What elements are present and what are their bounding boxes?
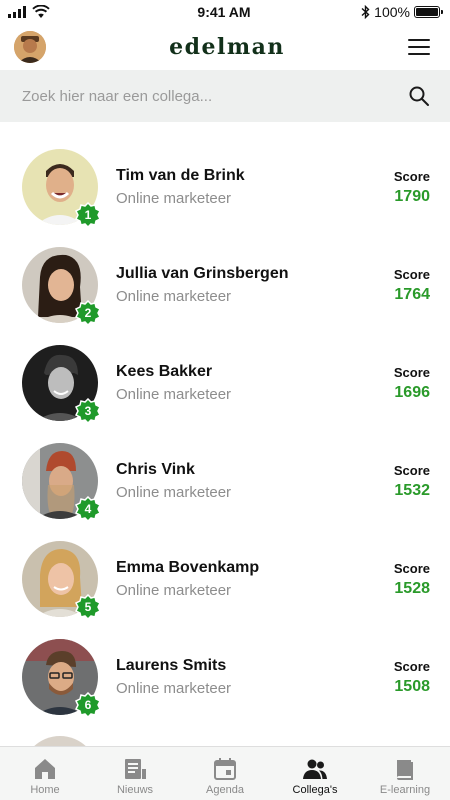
rank-number: 3 (84, 404, 92, 418)
nav-label: Nieuws (116, 784, 154, 796)
score: Score 1764 (360, 267, 430, 304)
nav-item-home[interactable]: Home (0, 747, 90, 800)
avatar-container: 2 (22, 247, 101, 326)
avatar-container: 3 (22, 345, 101, 424)
calendar-icon (214, 758, 236, 780)
score-value: 1528 (394, 579, 430, 597)
avatar-container: 6 (22, 639, 101, 718)
bottom-navigation: Home Nieuws Agenda Collega's E-learning (0, 746, 450, 800)
nav-item-collegas[interactable]: Collega's (270, 747, 360, 800)
person-name: Emma Bovenkamp (116, 559, 260, 576)
nav-label: Agenda (206, 784, 244, 796)
rank-number: 4 (84, 502, 92, 516)
person-role: Online marketeer (116, 680, 232, 697)
person-info: Chris Vink Online marketeer (116, 461, 360, 501)
brand-logo: edelman (169, 34, 285, 60)
score: Score 1696 (360, 365, 430, 402)
colleague-row[interactable]: 2 Jullia van Grinsbergen Online marketee… (0, 236, 450, 334)
battery-percentage: 100% (374, 4, 410, 20)
rank-badge: 6 (75, 692, 101, 718)
hamburger-menu-icon[interactable] (407, 39, 430, 55)
person-role: Online marketeer (116, 288, 232, 305)
status-right: 100% (320, 4, 443, 20)
score-label: Score (393, 168, 430, 184)
person-info: Jullia van Grinsbergen Online marketeer (116, 265, 360, 305)
person-name: Tim van de Brink (116, 167, 245, 184)
person-info: Kees Bakker Online marketeer (116, 363, 360, 403)
rank-number: 5 (84, 600, 92, 614)
bluetooth-icon (361, 5, 370, 19)
person-role: Online marketeer (116, 484, 232, 501)
person-role: Online marketeer (116, 386, 232, 403)
person-info: Laurens Smits Online marketeer (116, 657, 360, 697)
rank-badge: 2 (75, 300, 101, 326)
nav-label: Collega's (292, 784, 338, 796)
avatar-container: 5 (22, 541, 101, 620)
search-bar (0, 70, 450, 122)
score: Score 1508 (360, 659, 430, 696)
score-value: 1532 (394, 481, 430, 499)
person-info: Tim van de Brink Online marketeer (116, 167, 360, 207)
person-role: Online marketeer (116, 582, 232, 599)
avatar (22, 736, 98, 746)
nav-label: Home (30, 784, 60, 796)
score-label: Score (393, 462, 430, 478)
rank-number: 6 (84, 698, 92, 712)
avatar-container: 1 (22, 149, 101, 228)
score-value: 1764 (394, 285, 430, 303)
wifi-icon (32, 5, 50, 18)
nav-item-e-learning[interactable]: E-learning (360, 747, 450, 800)
status-left (8, 5, 128, 19)
rank-badge: 3 (75, 398, 101, 424)
status-bar: 9:41 AM 100% (0, 0, 450, 24)
avatar-image (14, 31, 46, 63)
person-name: Chris Vink (116, 461, 195, 478)
nav-label: E-learning (379, 784, 431, 796)
home-icon (35, 759, 55, 779)
people-icon (303, 759, 327, 779)
colleague-row[interactable]: 3 Kees Bakker Online marketeer Score 169… (0, 334, 450, 432)
rank-badge: 5 (75, 594, 101, 620)
score-value: 1696 (394, 383, 430, 401)
score-label: Score (393, 658, 430, 674)
score-label: Score (393, 266, 430, 282)
person-role: Online marketeer (116, 190, 232, 207)
colleague-row[interactable]: 1 Tim van de Brink Online marketeer Scor… (0, 138, 450, 236)
rank-badge: 1 (75, 202, 101, 228)
colleague-list: 1 Tim van de Brink Online marketeer Scor… (0, 122, 450, 746)
book-icon (397, 760, 413, 780)
person-name: Jullia van Grinsbergen (116, 265, 289, 282)
score: Score 1790 (360, 169, 430, 206)
nav-item-agenda[interactable]: Agenda (180, 747, 270, 800)
news-icon (125, 759, 146, 779)
colleague-row[interactable]: 5 Emma Bovenkamp Online marketeer Score … (0, 530, 450, 628)
person-name: Laurens Smits (116, 657, 227, 674)
avatar-container: 4 (22, 443, 101, 522)
battery-icon (413, 6, 443, 18)
person-name: Kees Bakker (116, 363, 213, 380)
score-value: 1790 (394, 187, 430, 205)
score: Score 1528 (360, 561, 430, 598)
user-avatar[interactable] (14, 31, 46, 63)
score-label: Score (393, 560, 430, 576)
nav-item-nieuws[interactable]: Nieuws (90, 747, 180, 800)
person-info: Emma Bovenkamp Online marketeer (116, 559, 360, 599)
status-time: 9:41 AM (197, 4, 251, 20)
colleague-row[interactable]: 6 Laurens Smits Online marketeer Score 1… (0, 628, 450, 726)
score: Score 1532 (360, 463, 430, 500)
search-icon[interactable] (408, 85, 430, 107)
score-value: 1508 (394, 677, 430, 695)
app-header: edelman (0, 24, 450, 70)
rank-badge: 4 (75, 496, 101, 522)
search-input[interactable] (22, 87, 382, 105)
rank-number: 2 (84, 306, 92, 320)
score-label: Score (393, 364, 430, 380)
signal-strength-icon (8, 6, 26, 18)
colleague-row[interactable]: 4 Chris Vink Online marketeer Score 1532 (0, 432, 450, 530)
rank-number: 1 (84, 208, 92, 222)
